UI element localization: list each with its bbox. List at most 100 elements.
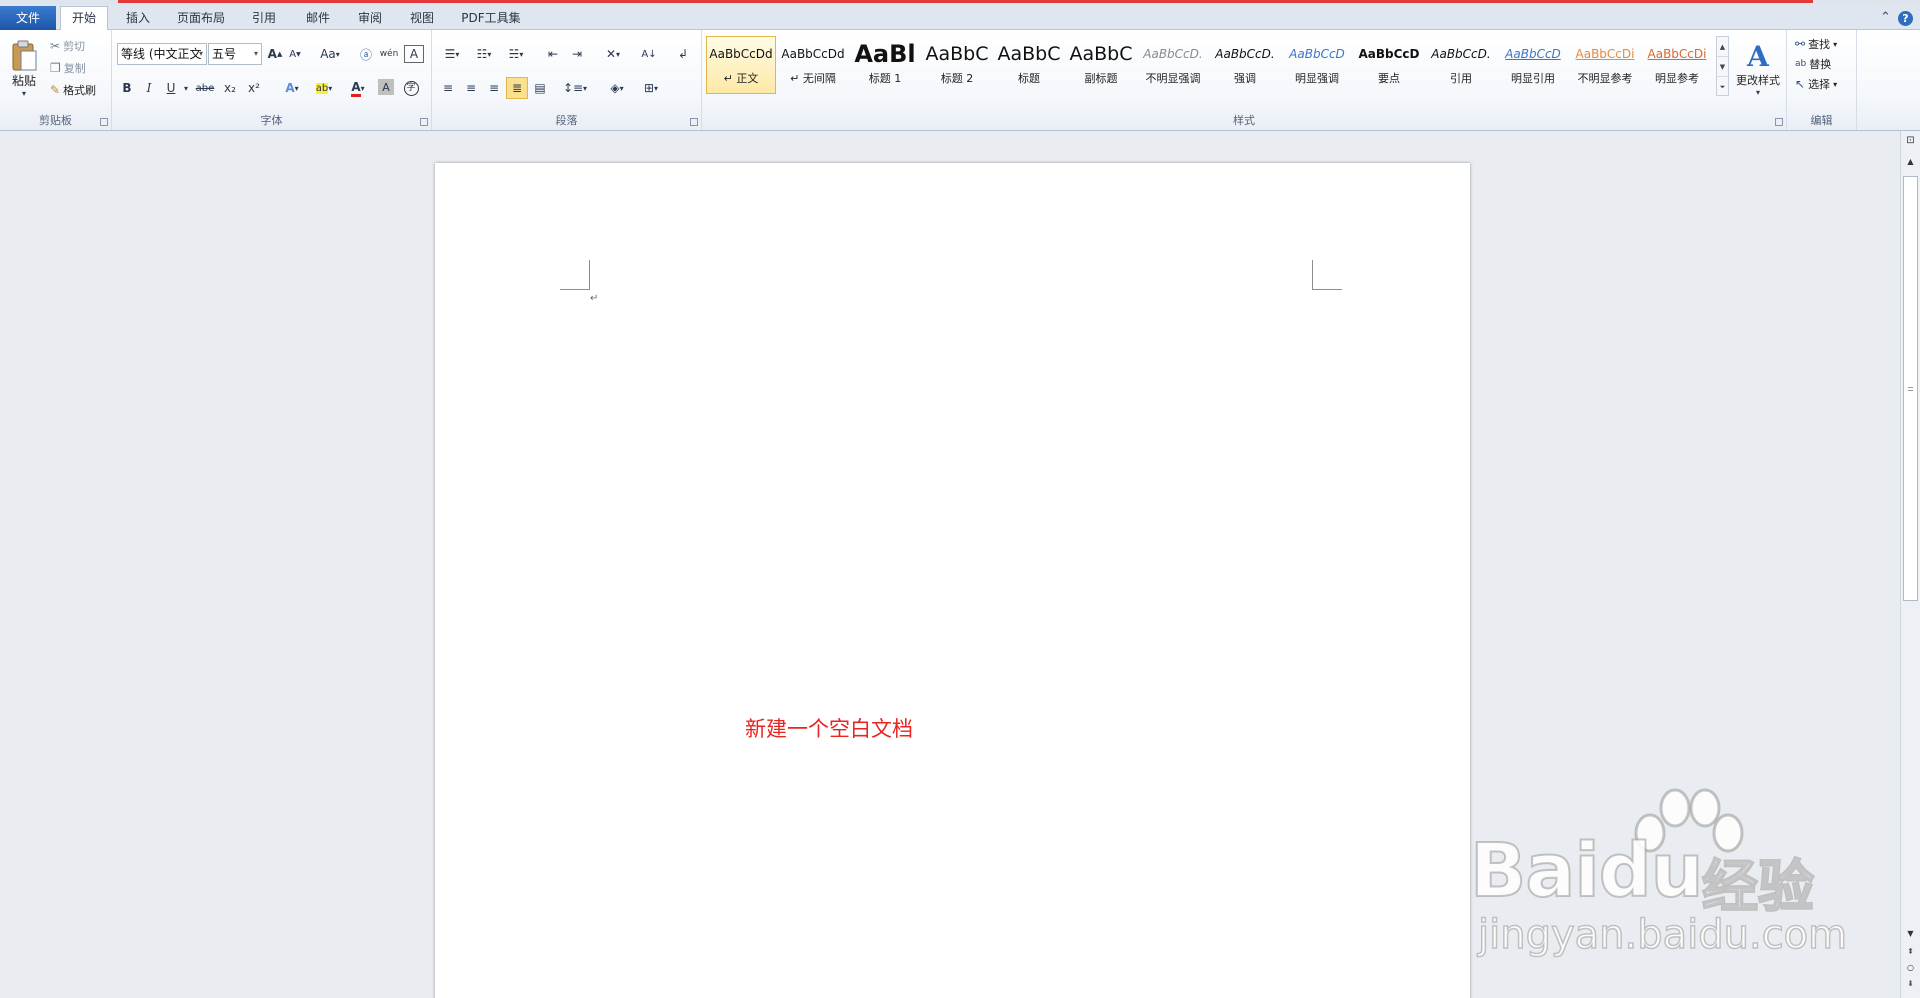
cut-button[interactable]: ✂ 剪切	[50, 36, 85, 56]
decrease-indent-icon[interactable]: ⇤	[542, 43, 564, 65]
group-editing: ⚯ 查找 ▾ ab 替换 ↖ 选择 ▾ 编辑	[1787, 30, 1857, 130]
change-styles-button[interactable]: A 更改样式 ▾	[1732, 34, 1784, 104]
chevron-down-icon: ▾	[253, 49, 258, 58]
chevron-down-icon: ▾	[654, 83, 659, 93]
increase-indent-icon[interactable]: ⇥	[566, 43, 588, 65]
tab-pdf-tools[interactable]: PDF工具集	[452, 7, 530, 30]
char-border-button[interactable]: A	[404, 45, 424, 63]
enclose-char-button[interactable]: 字	[400, 77, 422, 99]
italic-button[interactable]: I	[139, 77, 159, 99]
document-page[interactable]: ↵ 新建一个空白文档	[435, 163, 1470, 998]
align-right-icon[interactable]: ≡	[483, 77, 505, 99]
chevron-down-icon: ▾	[487, 49, 492, 59]
style-item[interactable]: AaBl 标题 1	[850, 36, 920, 94]
align-center-icon[interactable]: ≡	[460, 77, 482, 99]
tab-mailings[interactable]: 邮件	[294, 7, 342, 30]
style-preview: AaBbCcD	[1289, 47, 1345, 61]
scroll-thumb[interactable]	[1903, 176, 1918, 601]
tab-review[interactable]: 审阅	[346, 7, 394, 30]
ruler-toggle-icon[interactable]: ⊡	[1903, 134, 1918, 148]
gallery-more-icon[interactable]: ⏷	[1717, 77, 1728, 97]
sort-icon[interactable]: A↓	[638, 43, 660, 65]
style-name: 标题	[1018, 72, 1040, 85]
copy-button[interactable]: ❐ 复制	[50, 58, 86, 78]
paste-button[interactable]: 粘贴 ▾	[6, 34, 42, 104]
style-item[interactable]: AaBbCcDi 明显参考	[1642, 36, 1712, 94]
align-left-icon[interactable]: ≡	[437, 77, 459, 99]
chevron-down-icon: ▾	[335, 49, 340, 59]
font-color-button[interactable]: A ▾	[344, 77, 372, 99]
gallery-up-icon[interactable]: ▲	[1717, 37, 1728, 57]
font-family-select[interactable]: 等线 (中文正文 ▾	[117, 43, 207, 65]
find-button[interactable]: ⚯ 查找 ▾	[1795, 34, 1837, 54]
scissors-icon: ✂	[50, 39, 61, 53]
style-item[interactable]: AaBbCcD 要点	[1354, 36, 1424, 94]
show-marks-icon[interactable]: ↲	[672, 43, 694, 65]
style-item[interactable]: AaBbCcD. 引用	[1426, 36, 1496, 94]
strikethrough-button[interactable]: abe	[193, 77, 217, 99]
phonetic-guide-icon[interactable]: wén	[378, 43, 400, 65]
clear-format-icon[interactable]: ⓐ	[355, 43, 377, 65]
tab-view[interactable]: 视图	[398, 7, 446, 30]
style-item[interactable]: AaBbC 副标题	[1066, 36, 1136, 94]
font-family-value: 等线 (中文正文	[121, 47, 202, 61]
line-spacing-icon: ↕≡	[562, 81, 584, 95]
help-icon[interactable]: ?	[1898, 11, 1913, 26]
text-effects-button[interactable]: A ▾	[278, 77, 306, 99]
chevron-down-icon: ▾	[519, 49, 524, 59]
line-spacing-button[interactable]: ↕≡ ▾	[560, 77, 590, 99]
replace-button[interactable]: ab 替换	[1795, 54, 1831, 74]
multilevel-list-button[interactable]: ☵ ▾	[501, 43, 531, 65]
tab-page-layout[interactable]: 页面布局	[168, 7, 234, 30]
shrink-font-button[interactable]: A ▼	[285, 43, 305, 65]
paste-label: 粘贴	[11, 74, 36, 88]
tab-home[interactable]: 开始	[60, 6, 108, 31]
subscript-button[interactable]: x₂	[219, 77, 241, 99]
select-button[interactable]: ↖ 选择 ▾	[1795, 74, 1837, 94]
font-size-select[interactable]: 五号 ▾	[208, 43, 262, 65]
style-item[interactable]: AaBbCcDi 不明显参考	[1570, 36, 1640, 94]
change-case-button[interactable]: Aa ▾	[315, 43, 345, 65]
minimize-ribbon-icon[interactable]: ⌃	[1880, 10, 1891, 25]
change-case-label: Aa	[320, 47, 336, 61]
tab-file[interactable]: 文件	[0, 6, 56, 31]
justify-icon[interactable]: ≣	[506, 77, 528, 99]
borders-button[interactable]: ⊞ ▾	[636, 77, 666, 99]
bold-button[interactable]: B	[117, 77, 137, 99]
format-painter-button[interactable]: ✎ 格式刷	[50, 80, 96, 100]
dialog-launcher-icon[interactable]	[1775, 118, 1783, 126]
style-name: ↵ 正文	[723, 72, 759, 85]
multilevel-list-icon: ☵	[508, 47, 520, 61]
numbering-button[interactable]: ☷ ▾	[469, 43, 499, 65]
style-gallery-scroll[interactable]: ▲ ▼ ⏷	[1716, 36, 1729, 96]
paragraph-mark: ↵	[590, 293, 599, 304]
highlight-button[interactable]: ab ▾	[310, 77, 338, 99]
dialog-launcher-icon[interactable]	[100, 118, 108, 126]
style-item[interactable]: AaBbC 标题 2	[922, 36, 992, 94]
shading-button[interactable]: ◈ ▾	[602, 77, 632, 99]
gallery-down-icon[interactable]: ▼	[1717, 57, 1728, 77]
tab-insert[interactable]: 插入	[114, 7, 162, 30]
chinese-layout-button[interactable]: ✕ ▾	[598, 43, 628, 65]
style-item[interactable]: AaBbCcD 明显强调	[1282, 36, 1352, 94]
scroll-up-icon[interactable]: ▲	[1903, 155, 1918, 169]
chevron-down-icon[interactable]: ▾	[181, 77, 191, 99]
grow-font-button[interactable]: A ▲	[265, 43, 285, 65]
style-item[interactable]: AaBbCcD. 强调	[1210, 36, 1280, 94]
style-item[interactable]: AaBbC 标题	[994, 36, 1064, 94]
bullets-button[interactable]: ☰ ▾	[437, 43, 467, 65]
dialog-launcher-icon[interactable]	[690, 118, 698, 126]
style-item[interactable]: AaBbCcD. 不明显强调	[1138, 36, 1208, 94]
style-item[interactable]: AaBbCcDd ↵ 正文	[706, 36, 776, 94]
distributed-icon[interactable]: ▤	[529, 77, 551, 99]
char-shading-button[interactable]: A	[378, 79, 394, 95]
dialog-launcher-icon[interactable]	[420, 118, 428, 126]
cursor-icon: ↖	[1795, 77, 1806, 91]
style-item[interactable]: AaBbCcDd ↵ 无间隔	[778, 36, 848, 94]
superscript-button[interactable]: x²	[243, 77, 265, 99]
style-item[interactable]: AaBbCcD 明显引用	[1498, 36, 1568, 94]
style-name: 明显引用	[1511, 72, 1555, 85]
underline-button[interactable]: U	[161, 77, 181, 99]
style-name: 不明显参考	[1577, 72, 1633, 85]
tab-references[interactable]: 引用	[240, 7, 288, 30]
